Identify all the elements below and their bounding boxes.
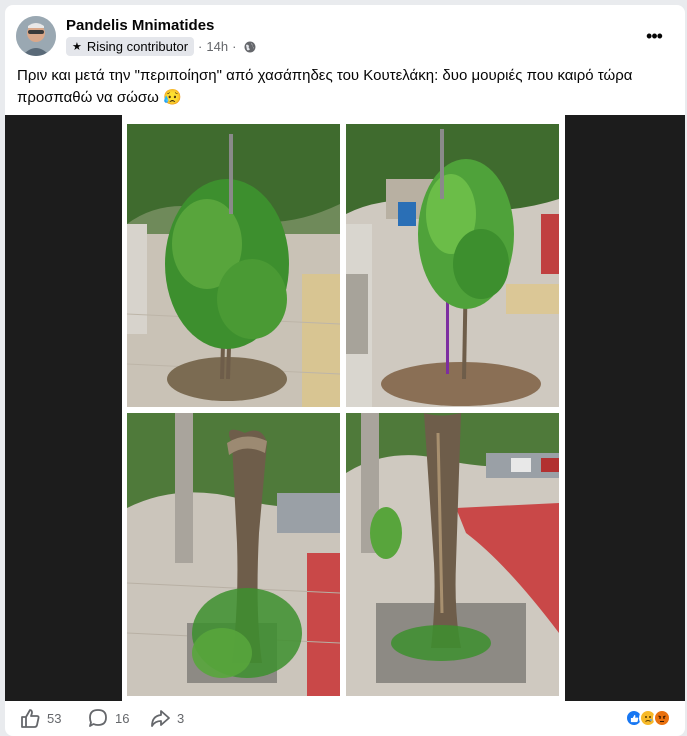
post-actions-bar: 53 16 3 — [5, 701, 685, 736]
like-count: 53 — [47, 710, 62, 726]
photo-after-tree-2[interactable] — [346, 413, 559, 696]
photo-before-tree-1[interactable] — [127, 124, 340, 407]
photo-before-tree-2-image — [346, 124, 559, 407]
photo-after-tree-1[interactable] — [127, 413, 340, 696]
post-header: Pandelis Mnimatides ★ Rising contributor… — [16, 16, 676, 64]
comment-icon — [89, 709, 107, 727]
author-name[interactable]: Pandelis Mnimatides — [66, 17, 214, 34]
photo-after-tree-2-image — [346, 413, 559, 696]
post-media[interactable] — [5, 115, 685, 701]
thumbs-up-icon — [21, 709, 40, 728]
badge-label: Rising contributor — [86, 39, 189, 54]
like-button[interactable]: 53 — [19, 707, 61, 729]
author-avatar[interactable] — [16, 16, 56, 56]
rising-contributor-badge[interactable]: ★ Rising contributor — [66, 37, 195, 56]
globe-icon — [244, 41, 256, 52]
comment-button[interactable]: 16 — [87, 707, 129, 729]
post-card: Pandelis Mnimatides ★ Rising contributor… — [5, 5, 685, 736]
photo-collage — [122, 115, 565, 701]
photo-before-tree-1-image — [127, 124, 340, 407]
star-icon: ★ — [72, 41, 82, 53]
photo-after-tree-1-image — [127, 413, 340, 696]
comment-count: 16 — [115, 710, 130, 726]
share-icon — [151, 710, 170, 727]
post-meta: ★ Rising contributor · 14h · — [66, 37, 256, 56]
share-count: 3 — [177, 710, 185, 726]
post-time[interactable]: 14h — [206, 39, 228, 54]
post-text: Πριν και μετά την "περιποίηση" από χασάπ… — [17, 67, 633, 106]
angry-reaction-icon — [653, 709, 671, 727]
share-button[interactable]: 3 — [149, 707, 184, 729]
meta-separator-2: · — [232, 39, 237, 54]
photo-before-tree-2[interactable] — [346, 124, 559, 407]
reactions-summary[interactable] — [625, 709, 671, 727]
meta-separator: · — [198, 39, 203, 54]
more-options-icon[interactable]: ••• — [640, 22, 668, 50]
